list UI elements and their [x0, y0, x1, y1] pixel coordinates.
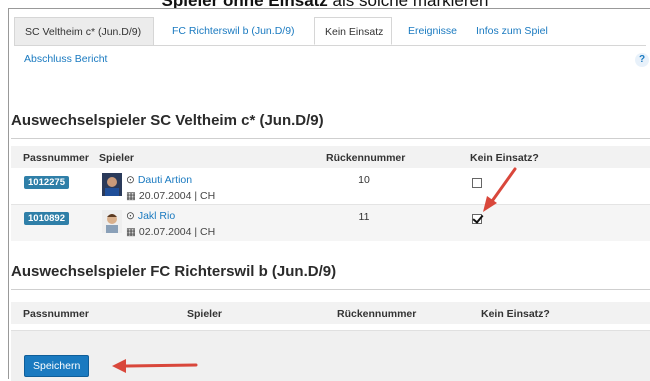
- col-passnummer: Passnummer: [23, 152, 89, 164]
- col-rueckennummer: Rückennummer: [337, 308, 417, 320]
- tab-ereignisse[interactable]: Ereignisse: [398, 17, 467, 45]
- save-button[interactable]: Speichern: [24, 355, 90, 377]
- tab-abschluss-bericht[interactable]: Abschluss Bericht: [14, 47, 117, 71]
- passnummer-badge: 1012275: [24, 176, 69, 189]
- player-birthdate: ▦ 20.07.2004 | CH: [126, 190, 216, 202]
- player-name-link[interactable]: ⊙ Dauti Artion: [126, 174, 192, 186]
- clock-icon: ⊙: [126, 174, 135, 186]
- player-avatar: [102, 173, 122, 196]
- col-passnummer: Passnummer: [23, 308, 89, 320]
- calendar-icon: ▦: [126, 226, 136, 238]
- player-avatar: [102, 210, 122, 233]
- calendar-icon: ▦: [126, 190, 136, 202]
- rueckennummer-value: 11: [358, 211, 370, 223]
- col-spieler: Spieler: [187, 308, 223, 320]
- table-header-away: [11, 302, 650, 324]
- clock-icon: ⊙: [126, 210, 135, 222]
- col-spieler: Spieler: [99, 152, 135, 164]
- passnummer-badge: 1010892: [24, 212, 69, 225]
- section-divider-home: [11, 138, 650, 139]
- tab-sc-veltheim[interactable]: SC Veltheim c* (Jun.D/9): [14, 17, 154, 45]
- tab-infos-zum-spiel[interactable]: Infos zum Spiel: [466, 17, 558, 45]
- help-icon[interactable]: ?: [635, 53, 649, 67]
- player-birthdate: ▦ 02.07.2004 | CH: [126, 226, 216, 238]
- player-name-link[interactable]: ⊙ Jakl Rio: [126, 210, 175, 222]
- tab-divider: [14, 45, 646, 46]
- section-title-away: Auswechselspieler FC Richterswil b (Jun.…: [11, 263, 337, 280]
- section-title-home: Auswechselspieler SC Veltheim c* (Jun.D/…: [11, 112, 324, 129]
- section-divider-away: [11, 289, 650, 290]
- tab-kein-einsatz[interactable]: Kein Einsatz: [314, 17, 392, 45]
- form-footer: [11, 330, 650, 381]
- kein-einsatz-checkbox[interactable]: [472, 214, 482, 224]
- col-rueckennummer: Rückennummer: [326, 152, 406, 164]
- col-kein-einsatz: Kein Einsatz?: [470, 152, 539, 164]
- arrow-annotation-icon: [112, 359, 198, 373]
- col-kein-einsatz: Kein Einsatz?: [481, 308, 550, 320]
- tab-fc-richterswil[interactable]: FC Richterswil b (Jun.D/9): [162, 17, 305, 45]
- rueckennummer-value: 10: [358, 174, 370, 186]
- arrow-annotation-icon: [483, 167, 517, 212]
